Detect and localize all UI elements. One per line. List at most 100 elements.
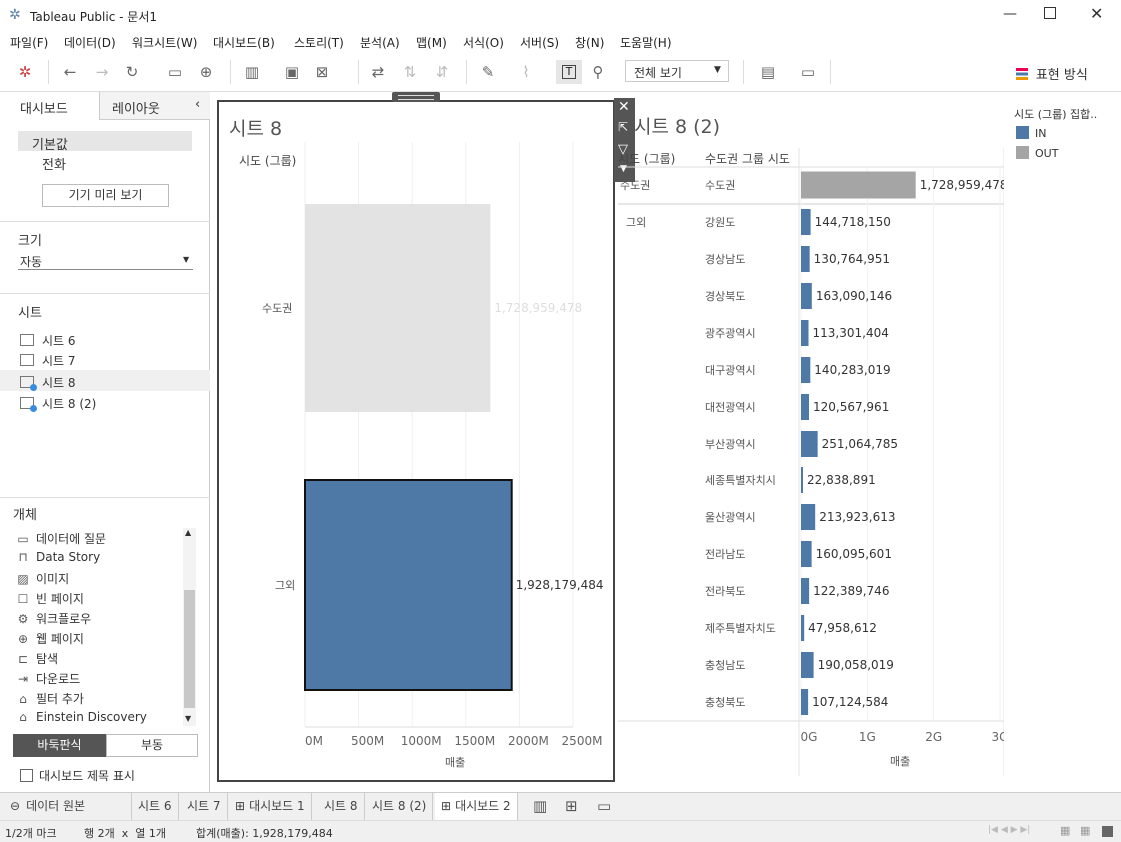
new-story-tab-icon[interactable]: ▭ [597, 797, 611, 815]
nav-first-icon[interactable]: |◀ ◀ ▶ ▶| [988, 825, 1030, 835]
tab-sheet7[interactable]: 시트 7 [181, 793, 228, 820]
new-dashboard-tab-icon[interactable]: ⊞ [565, 797, 578, 815]
new-worksheet-icon[interactable]: ▥ [242, 62, 262, 82]
legend-item-in[interactable]: IN [1016, 126, 1046, 140]
bar-value-label: 251,064,785 [822, 437, 898, 451]
zone-drag-handle[interactable] [392, 92, 440, 102]
scroll-down-icon[interactable]: ▼ [185, 714, 191, 723]
new-datasource-icon[interactable]: ⊕ [196, 62, 216, 82]
duplicate-sheet-icon[interactable]: ▣ [282, 62, 302, 82]
tab-sheet8[interactable]: 시트 8 [318, 793, 365, 820]
sheet8-bar-chart[interactable]: 0M 500M 1000M 1500M 2000M 2500M 1,728,959,478 1… [219, 102, 613, 780]
scroll-up-icon[interactable]: ▲ [185, 528, 191, 537]
save-icon[interactable]: ▭ [165, 62, 185, 82]
object-web-page[interactable]: ⊕ 웹 페이지 [16, 630, 84, 647]
show-me-button[interactable]: 표현 방식 [1016, 64, 1088, 83]
sheet-item-8[interactable]: 시트 8 [20, 374, 76, 391]
object-blank[interactable]: ☐ 빈 페이지 [16, 590, 84, 607]
minimize-icon[interactable]: — [1003, 6, 1017, 22]
device-phone[interactable]: 전화 [42, 154, 66, 173]
tableau-logo-icon: ✲ [9, 7, 21, 23]
sheet8-2-bar-chart[interactable]: 0G 1G 2G 3G 수도권 수도권 1,728,959,478 그외 강원도 144,718,… [618, 100, 1004, 784]
object-navigation[interactable]: ⊏ 탐색 [16, 650, 58, 667]
tab-data-source[interactable]: ⊖ 데이터 원본 [0, 793, 132, 820]
tab-sheet6[interactable]: 시트 6 [132, 793, 179, 820]
sort-desc-icon[interactable]: ⇵ [432, 62, 452, 82]
dashboard-icon: ⊞ [235, 799, 246, 813]
swap-icon[interactable]: ⇄ [368, 62, 388, 82]
scroll-thumb[interactable] [184, 590, 195, 708]
maximize-icon[interactable] [1044, 7, 1056, 19]
object-ask-data[interactable]: ▭ 데이터에 질문 [16, 530, 106, 547]
menu-format[interactable]: 서식(O) [463, 34, 504, 51]
text-label-icon[interactable]: T [556, 60, 582, 84]
new-worksheet-tab-icon[interactable]: ▥ [533, 797, 547, 815]
menu-data[interactable]: 데이터(D) [64, 34, 116, 51]
bar [801, 467, 803, 493]
object-workflow[interactable]: ⚙ 워크플로우 [16, 610, 92, 627]
sheet8-2-zone[interactable]: 시트 8 (2) 시도 (그룹) 수도권 그룹 시도 0G 1G 2G 3G 수도권 수도… [618, 100, 1004, 784]
collapse-panel-icon[interactable]: ‹ [195, 97, 200, 112]
tab-dashboard[interactable]: 대시보드 [0, 92, 99, 120]
objects-scrollbar[interactable]: ▲ ▼ [183, 528, 196, 726]
pin-icon[interactable]: ⚲ [588, 62, 608, 82]
attach-icon[interactable]: ⌇ [516, 62, 536, 82]
tab-layout[interactable]: 레이아웃 ‹ [99, 92, 210, 120]
sheet8-zone[interactable]: 시트 8 시도 (그룹) 수도권 그외 0M 500M 1000M 1500M 2000… [217, 92, 615, 782]
row-name-label: 대전광역시 [705, 401, 756, 414]
tiled-button[interactable]: 바둑판식 [13, 734, 106, 757]
clear-sheet-icon[interactable]: ⊠ [312, 62, 332, 82]
menu-worksheet[interactable]: 워크시트(W) [132, 34, 197, 51]
legend-title: 시도 (그룹) 집합.. [1014, 108, 1098, 121]
row-name-label: 전라북도 [705, 585, 745, 598]
object-download[interactable]: ⇥ 다운로드 [16, 670, 80, 687]
filmstrip-view-icon[interactable] [1102, 826, 1113, 837]
tab-sheet8-2[interactable]: 시트 8 (2) [366, 793, 434, 820]
device-default[interactable]: 기본값 [18, 131, 192, 153]
tab-dashboard2[interactable]: ⊞ 대시보드 2 [435, 793, 518, 821]
presentation-icon[interactable]: ▭ [798, 62, 818, 82]
sort-asc-icon[interactable]: ⇅ [400, 62, 420, 82]
size-select[interactable]: 자동 ▼ [18, 250, 193, 270]
replay-icon[interactable]: ↻ [122, 62, 142, 82]
show-title-checkbox[interactable]: 대시보드 제목 표시 [20, 767, 135, 784]
card-toggle-icon[interactable]: ▤ [758, 62, 778, 82]
legend-item-out[interactable]: OUT [1016, 146, 1058, 160]
undo-icon[interactable]: ← [60, 62, 80, 82]
object-image[interactable]: ▨ 이미지 [16, 570, 69, 587]
bar-value-label: 1,928,179,484 [516, 578, 604, 592]
extension-icon: ⌂ [19, 692, 27, 706]
status-sum: 합계(매출): 1,928,179,484 [196, 827, 333, 840]
list-view-icon[interactable]: ▦ [1080, 824, 1090, 837]
object-data-story[interactable]: ⊓ Data Story [16, 550, 100, 564]
menu-file[interactable]: 파일(F) [10, 34, 48, 51]
tab-dashboard1[interactable]: ⊞ 대시보드 1 [229, 793, 312, 820]
menu-analysis[interactable]: 분석(A) [360, 34, 400, 51]
color-legend[interactable]: 시도 (그룹) 집합.. IN OUT [1014, 106, 1121, 166]
view-select[interactable]: 전체 보기 ▼ [625, 60, 729, 82]
menu-help[interactable]: 도움말(H) [620, 34, 672, 51]
sheet-used-icon [20, 397, 37, 412]
bar [801, 578, 810, 604]
object-add-filter[interactable]: ⌂ 필터 추가 [16, 690, 84, 707]
menu-window[interactable]: 창(N) [575, 34, 604, 51]
highlight-icon[interactable]: ✎ [478, 62, 498, 82]
menu-story[interactable]: 스토리(T) [294, 34, 344, 51]
object-einstein[interactable]: ⌂ Einstein Discovery [16, 710, 147, 724]
menu-map[interactable]: 맵(M) [416, 34, 447, 51]
toolbar: ✲ ← → ↻ ▭ ⊕ ▥ ▣ ⊠ ⇄ ⇅ ⇵ ✎ ⌇ T ⚲ 전체 보기 ▼ … [0, 52, 1121, 92]
redo-icon[interactable]: → [92, 62, 112, 82]
device-preview-button[interactable]: 기기 미리 보기 [42, 184, 169, 207]
menu-dashboard[interactable]: 대시보드(B) [213, 34, 275, 51]
x-tick-label: 3G [992, 730, 1004, 744]
menu-server[interactable]: 서버(S) [520, 34, 559, 51]
sheet-item-6[interactable]: 시트 6 [20, 332, 76, 349]
floating-button[interactable]: 부동 [106, 734, 198, 757]
close-window-icon[interactable]: ✕ [1090, 4, 1103, 23]
sheet-item-8-2[interactable]: 시트 8 (2) [20, 395, 96, 412]
bar-value-label: 107,124,584 [812, 695, 888, 709]
tableau-home-icon[interactable]: ✲ [15, 62, 35, 82]
sheet-item-7[interactable]: 시트 7 [20, 352, 76, 369]
bar [801, 209, 811, 235]
grid-view-icon[interactable]: ▦ [1060, 824, 1070, 837]
